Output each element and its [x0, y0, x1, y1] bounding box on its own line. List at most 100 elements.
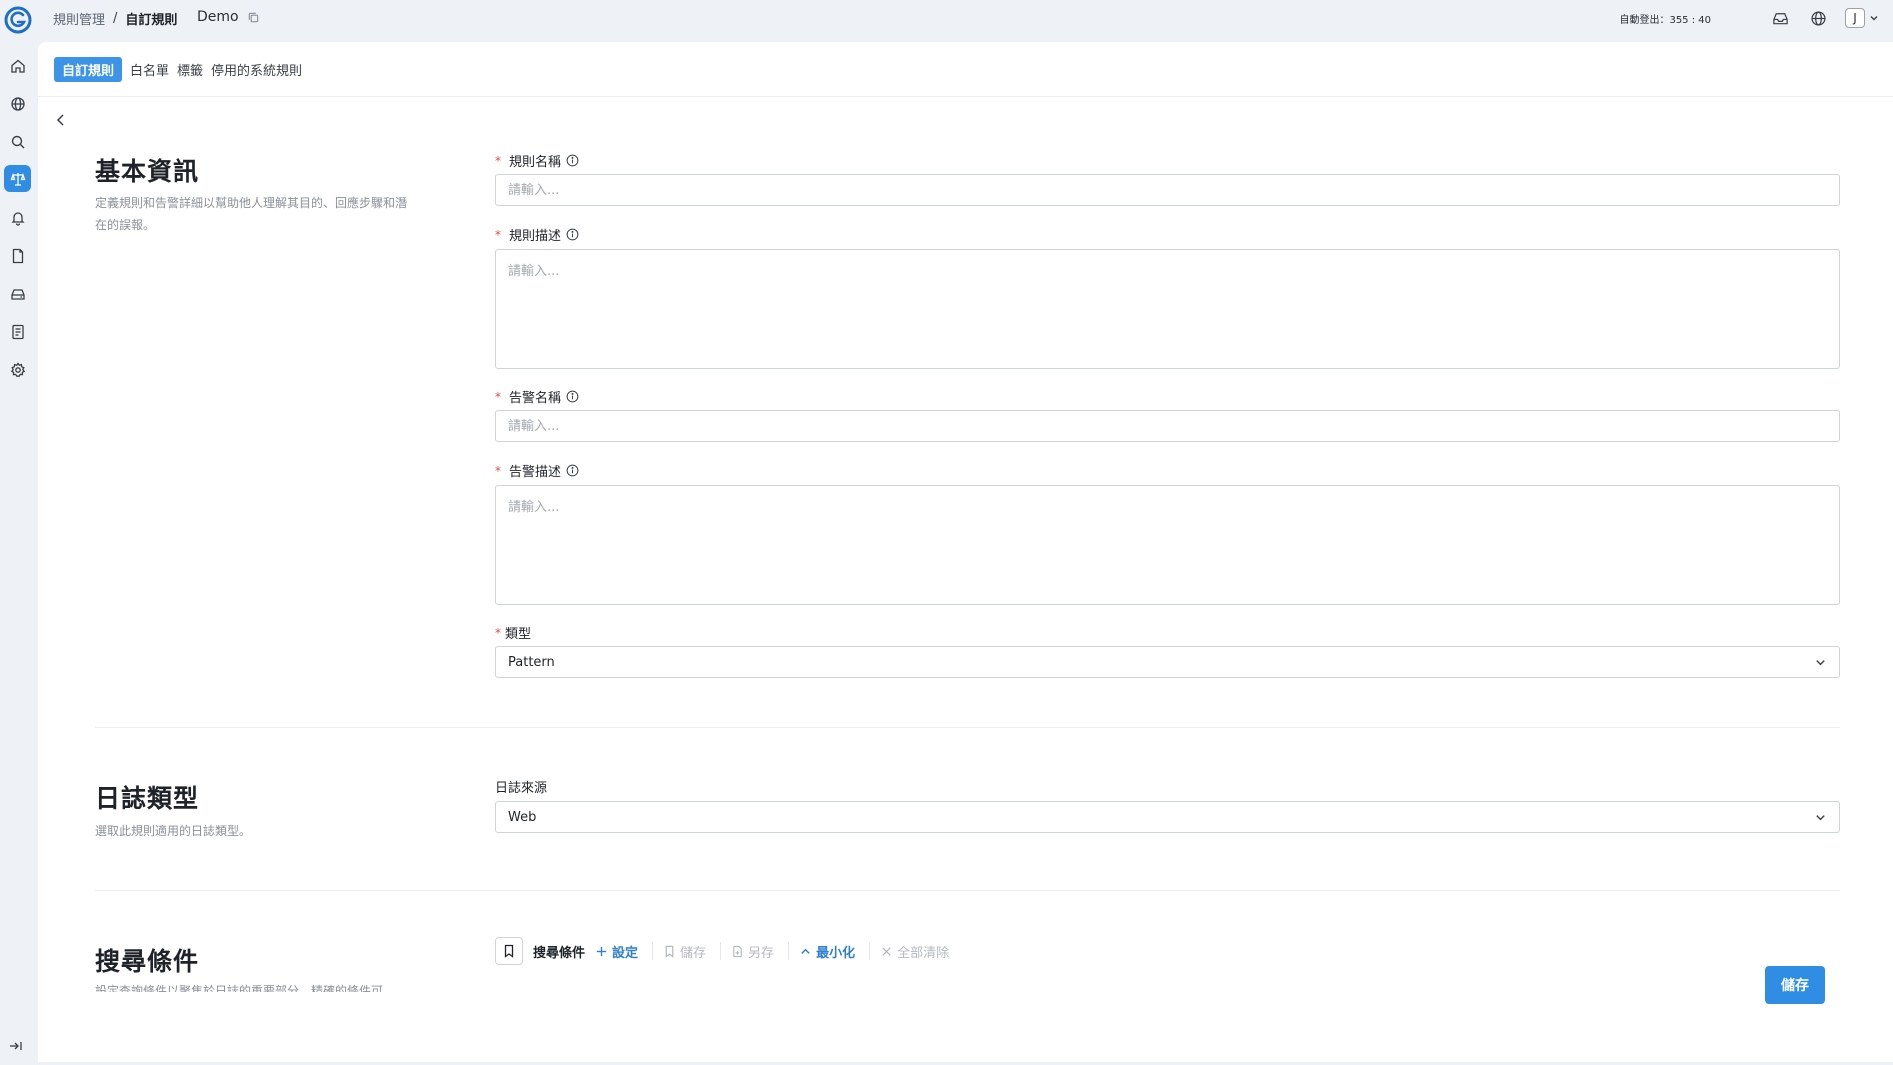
type-select[interactable]: Pattern: [495, 646, 1840, 678]
required-marker: *: [495, 463, 501, 478]
type-label-text: 類型: [505, 627, 532, 642]
auto-logout-timer: 自動登出：355 : 40: [1619, 11, 1711, 26]
nav-storage[interactable]: [4, 280, 31, 307]
back-chevron-icon[interactable]: [53, 112, 69, 128]
settings-button[interactable]: 設定: [595, 942, 638, 961]
alert-description-textarea[interactable]: [495, 485, 1840, 605]
section-divider: [95, 727, 1840, 728]
nav-alerts[interactable]: [4, 204, 31, 231]
breadcrumb-current: 自訂規則: [125, 13, 178, 28]
nav-settings[interactable]: [4, 356, 31, 383]
rule-name-input[interactable]: [495, 174, 1840, 206]
nav-network[interactable]: [4, 90, 31, 117]
breadcrumb-parent[interactable]: 規則管理: [53, 9, 105, 28]
log-source-select-value: Web: [508, 809, 537, 825]
save-as-button[interactable]: 另存: [731, 942, 774, 961]
page-title-text: Demo: [197, 9, 239, 25]
nav-search[interactable]: [4, 128, 31, 155]
plus-icon: [596, 946, 607, 956]
toolbar-separator: [652, 942, 654, 960]
section-title-log-type: 日誌類型: [95, 784, 200, 813]
alert-name-label-text: 告警名稱: [509, 391, 562, 406]
toolbar-separator: [788, 942, 790, 960]
main-panel: 自訂規則 白名單 標籤 停用的系統規則 基本資訊 定義規則和告警詳細以幫助他人理…: [38, 42, 1893, 1062]
inbox-button[interactable]: [1771, 9, 1789, 27]
tab-disabled-system-rules[interactable]: 停用的系統規則: [211, 57, 302, 82]
save-button[interactable]: 儲存: [1765, 966, 1825, 1004]
document-icon: [12, 248, 23, 263]
toolbar-separator: [869, 942, 871, 960]
rule-name-label-text: 規則名稱: [509, 155, 562, 170]
home-icon: [10, 59, 25, 73]
settings-button-label: 設定: [612, 945, 639, 961]
info-icon[interactable]: [566, 390, 579, 403]
required-marker: *: [495, 227, 501, 242]
info-icon[interactable]: [566, 228, 579, 241]
scale-icon: [10, 172, 25, 186]
info-icon[interactable]: [566, 154, 579, 167]
file-icon: [733, 945, 742, 957]
language-button[interactable]: [1809, 9, 1827, 27]
alert-description-label-text: 告警描述: [509, 465, 562, 480]
alert-name-label: * 告警名稱: [495, 387, 579, 406]
breadcrumb: 規則管理 / 自訂規則: [53, 9, 177, 28]
section-desc-basic: 定義規則和告警詳細以幫助他人理解其目的、回應步驟和潛在的誤報。: [95, 196, 408, 232]
nav-reports[interactable]: [4, 318, 31, 345]
globe-icon: [1810, 10, 1826, 26]
nav-home[interactable]: [4, 52, 31, 79]
log-source-label-text: 日誌來源: [495, 781, 548, 796]
auto-logout-label: 自動登出：: [1619, 14, 1670, 26]
nav-documents[interactable]: [4, 242, 31, 269]
chevron-down-icon: [1816, 659, 1825, 665]
section-title-search: 搜尋條件: [95, 947, 200, 976]
search-toolbar: 搜尋條件 設定 儲存 另存 最小化 全部清除: [495, 937, 949, 965]
storage-icon: [10, 288, 25, 300]
required-marker: *: [495, 625, 501, 640]
save-condition-button[interactable]: 儲存: [663, 942, 706, 961]
globe-icon: [10, 96, 25, 111]
rule-description-label: * 規則描述: [495, 225, 579, 244]
minimize-button[interactable]: 最小化: [799, 942, 855, 961]
section-divider: [95, 890, 1840, 891]
breadcrumb-separator: /: [113, 11, 118, 26]
rule-description-textarea[interactable]: [495, 249, 1840, 369]
tab-whitelist[interactable]: 白名單: [130, 57, 169, 82]
bookmark-button[interactable]: [495, 937, 523, 965]
tab-bar: 自訂規則 白名單 標籤 停用的系統規則: [54, 57, 302, 82]
minimize-label: 最小化: [816, 945, 856, 961]
search-conditions-label: 搜尋條件: [533, 945, 586, 961]
left-nav-rail: [0, 0, 38, 1065]
chevron-up-icon: [801, 948, 810, 954]
chevron-down-icon[interactable]: [1869, 13, 1879, 23]
topbar-actions: 自動登出：355 : 40 J: [1619, 6, 1879, 30]
copy-icon[interactable]: [247, 11, 260, 24]
bell-icon: [10, 211, 25, 226]
close-icon: [882, 946, 891, 956]
save-condition-label: 儲存: [680, 945, 707, 961]
type-label: * 類型: [495, 623, 532, 643]
log-source-select[interactable]: Web: [495, 801, 1840, 833]
report-icon: [11, 324, 24, 339]
section-desc-log-type: 選取此規則適用的日誌類型。: [95, 824, 252, 838]
search-icon: [11, 135, 24, 148]
page-title: Demo: [197, 9, 260, 25]
tab-tags[interactable]: 標籤: [177, 57, 203, 82]
chevron-down-icon: [1816, 814, 1825, 820]
auto-logout-value: 355 : 40: [1669, 14, 1711, 26]
required-marker: *: [495, 389, 501, 404]
section-desc-search: 設定查詢條件以聚焦於日誌的重要部分，精確的條件可: [95, 984, 384, 992]
required-marker: *: [495, 153, 501, 168]
app-logo-icon[interactable]: [4, 6, 32, 34]
section-title-basic: 基本資訊: [95, 157, 200, 186]
tab-custom-rules[interactable]: 自訂規則: [54, 57, 123, 82]
toolbar-separator: [720, 942, 722, 960]
rule-name-label: * 規則名稱: [495, 151, 579, 170]
user-avatar[interactable]: J: [1845, 8, 1865, 28]
expand-sidebar-icon[interactable]: [8, 1038, 24, 1054]
alert-name-input[interactable]: [495, 410, 1840, 442]
clear-all-button[interactable]: 全部清除: [880, 942, 949, 961]
nav-rules[interactable]: [4, 165, 31, 192]
clear-all-label: 全部清除: [897, 945, 950, 961]
info-icon[interactable]: [566, 464, 579, 477]
save-as-label: 另存: [748, 945, 775, 961]
